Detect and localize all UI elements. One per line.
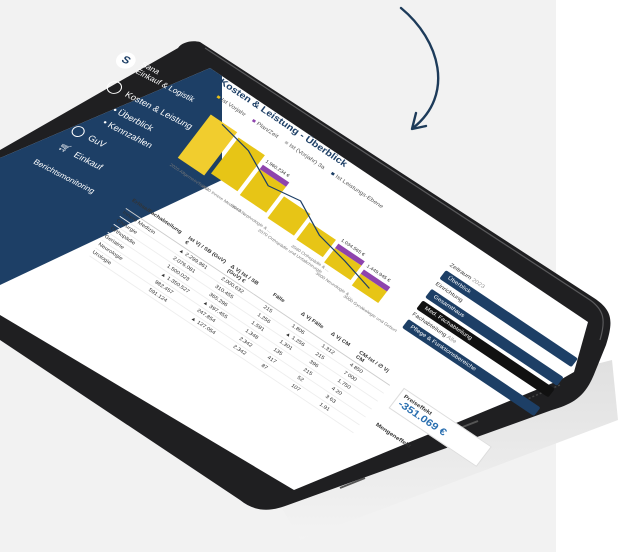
tablet-device: [0, 41, 618, 540]
